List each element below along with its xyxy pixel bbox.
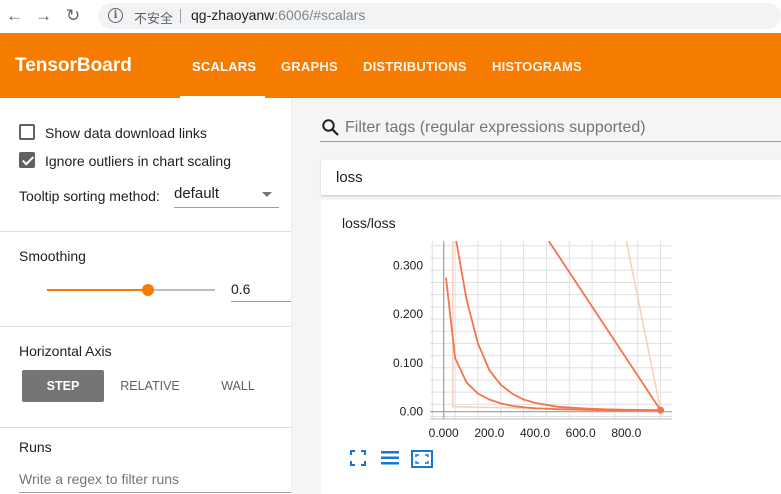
smoothing-slider-fill: [47, 289, 148, 291]
smoothing-slider-knob[interactable]: [141, 284, 154, 296]
ignore-outliers-checkbox[interactable]: [19, 152, 35, 168]
runs-filter-input[interactable]: Write a regex to filter runs: [19, 471, 179, 487]
dropdown-underline: [174, 207, 279, 208]
smoothing-input-underline: [231, 301, 291, 302]
section-divider: [0, 326, 291, 327]
fit-domain-icon[interactable]: [350, 450, 366, 466]
url-separator: [180, 9, 181, 23]
app-header: TensorBoard SCALARS GRAPHS DISTRIBUTIONS…: [0, 33, 781, 98]
loss-chart[interactable]: 0.00 0.100 0.200 0.300 0.000 200.0 400.0 600.0 8…: [380, 236, 680, 446]
toggle-log-scale-icon[interactable]: [380, 450, 400, 466]
axis-relative-button[interactable]: RELATIVE: [112, 370, 188, 402]
forward-arrow-icon[interactable]: →: [35, 6, 52, 26]
section-divider: [0, 231, 291, 232]
x-tick-label: 800.0: [611, 426, 641, 440]
category-header[interactable]: [321, 160, 781, 195]
reload-icon[interactable]: ↻: [66, 6, 80, 26]
tooltip-sorting-label: Tooltip sorting method:: [19, 188, 160, 204]
browser-toolbar: ← → ↻ i 不安全 qg-zhaoyanw:6006/#scalars: [0, 0, 781, 33]
back-arrow-icon[interactable]: ←: [6, 6, 23, 26]
url-path: :6006/#scalars: [274, 7, 366, 23]
chevron-down-icon[interactable]: [262, 192, 272, 197]
y-tick-label: 0.200: [393, 307, 423, 321]
search-icon: [322, 119, 339, 136]
series-end-marker: [657, 406, 665, 414]
tab-graphs[interactable]: GRAPHS: [281, 59, 338, 74]
chart-title: loss/loss: [342, 215, 396, 231]
show-download-label: Show data download links: [45, 125, 207, 141]
axis-wall-button[interactable]: WALL: [200, 370, 276, 402]
x-tick-label: 0.000: [429, 426, 459, 440]
ignore-outliers-label: Ignore outliers in chart scaling: [45, 153, 231, 169]
runs-filter-underline: [19, 492, 291, 493]
tab-distributions[interactable]: DISTRIBUTIONS: [363, 59, 467, 74]
expand-card-icon[interactable]: [411, 450, 433, 468]
category-name: loss: [336, 169, 363, 186]
show-download-checkbox[interactable]: [19, 124, 35, 140]
axis-step-button[interactable]: STEP: [22, 370, 104, 402]
smoothing-title: Smoothing: [19, 248, 86, 264]
tab-scalars[interactable]: SCALARS: [192, 59, 256, 74]
section-divider: [0, 427, 291, 428]
raw-series-line: [452, 241, 661, 411]
runs-title: Runs: [19, 439, 52, 455]
site-info-icon[interactable]: i: [108, 8, 123, 23]
x-tick-label: 200.0: [474, 426, 504, 440]
tag-filter-input[interactable]: Filter tags (regular expressions support…: [345, 119, 646, 137]
app-title: TensorBoard: [15, 55, 132, 76]
insecure-label: 不安全: [134, 11, 174, 26]
url-text[interactable]: qg-zhaoyanw:6006/#scalars: [191, 7, 365, 23]
tag-filter-underline: [320, 141, 781, 142]
series-line-2: [455, 241, 661, 412]
tab-histograms[interactable]: HISTOGRAMS: [492, 59, 582, 74]
x-tick-label: 600.0: [566, 426, 596, 440]
y-tick-label: 0.100: [393, 356, 423, 370]
address-bar[interactable]: i 不安全 qg-zhaoyanw:6006/#scalars: [98, 3, 781, 29]
tooltip-sorting-dropdown[interactable]: default: [174, 185, 219, 202]
y-tick-label: 0.300: [393, 258, 423, 272]
y-tick-label: 0.00: [400, 405, 424, 419]
x-tick-label: 400.0: [520, 426, 550, 440]
smoothing-value-input[interactable]: 0.6: [231, 281, 250, 297]
horizontal-axis-title: Horizontal Axis: [19, 343, 112, 359]
url-host: qg-zhaoyanw: [191, 7, 275, 23]
